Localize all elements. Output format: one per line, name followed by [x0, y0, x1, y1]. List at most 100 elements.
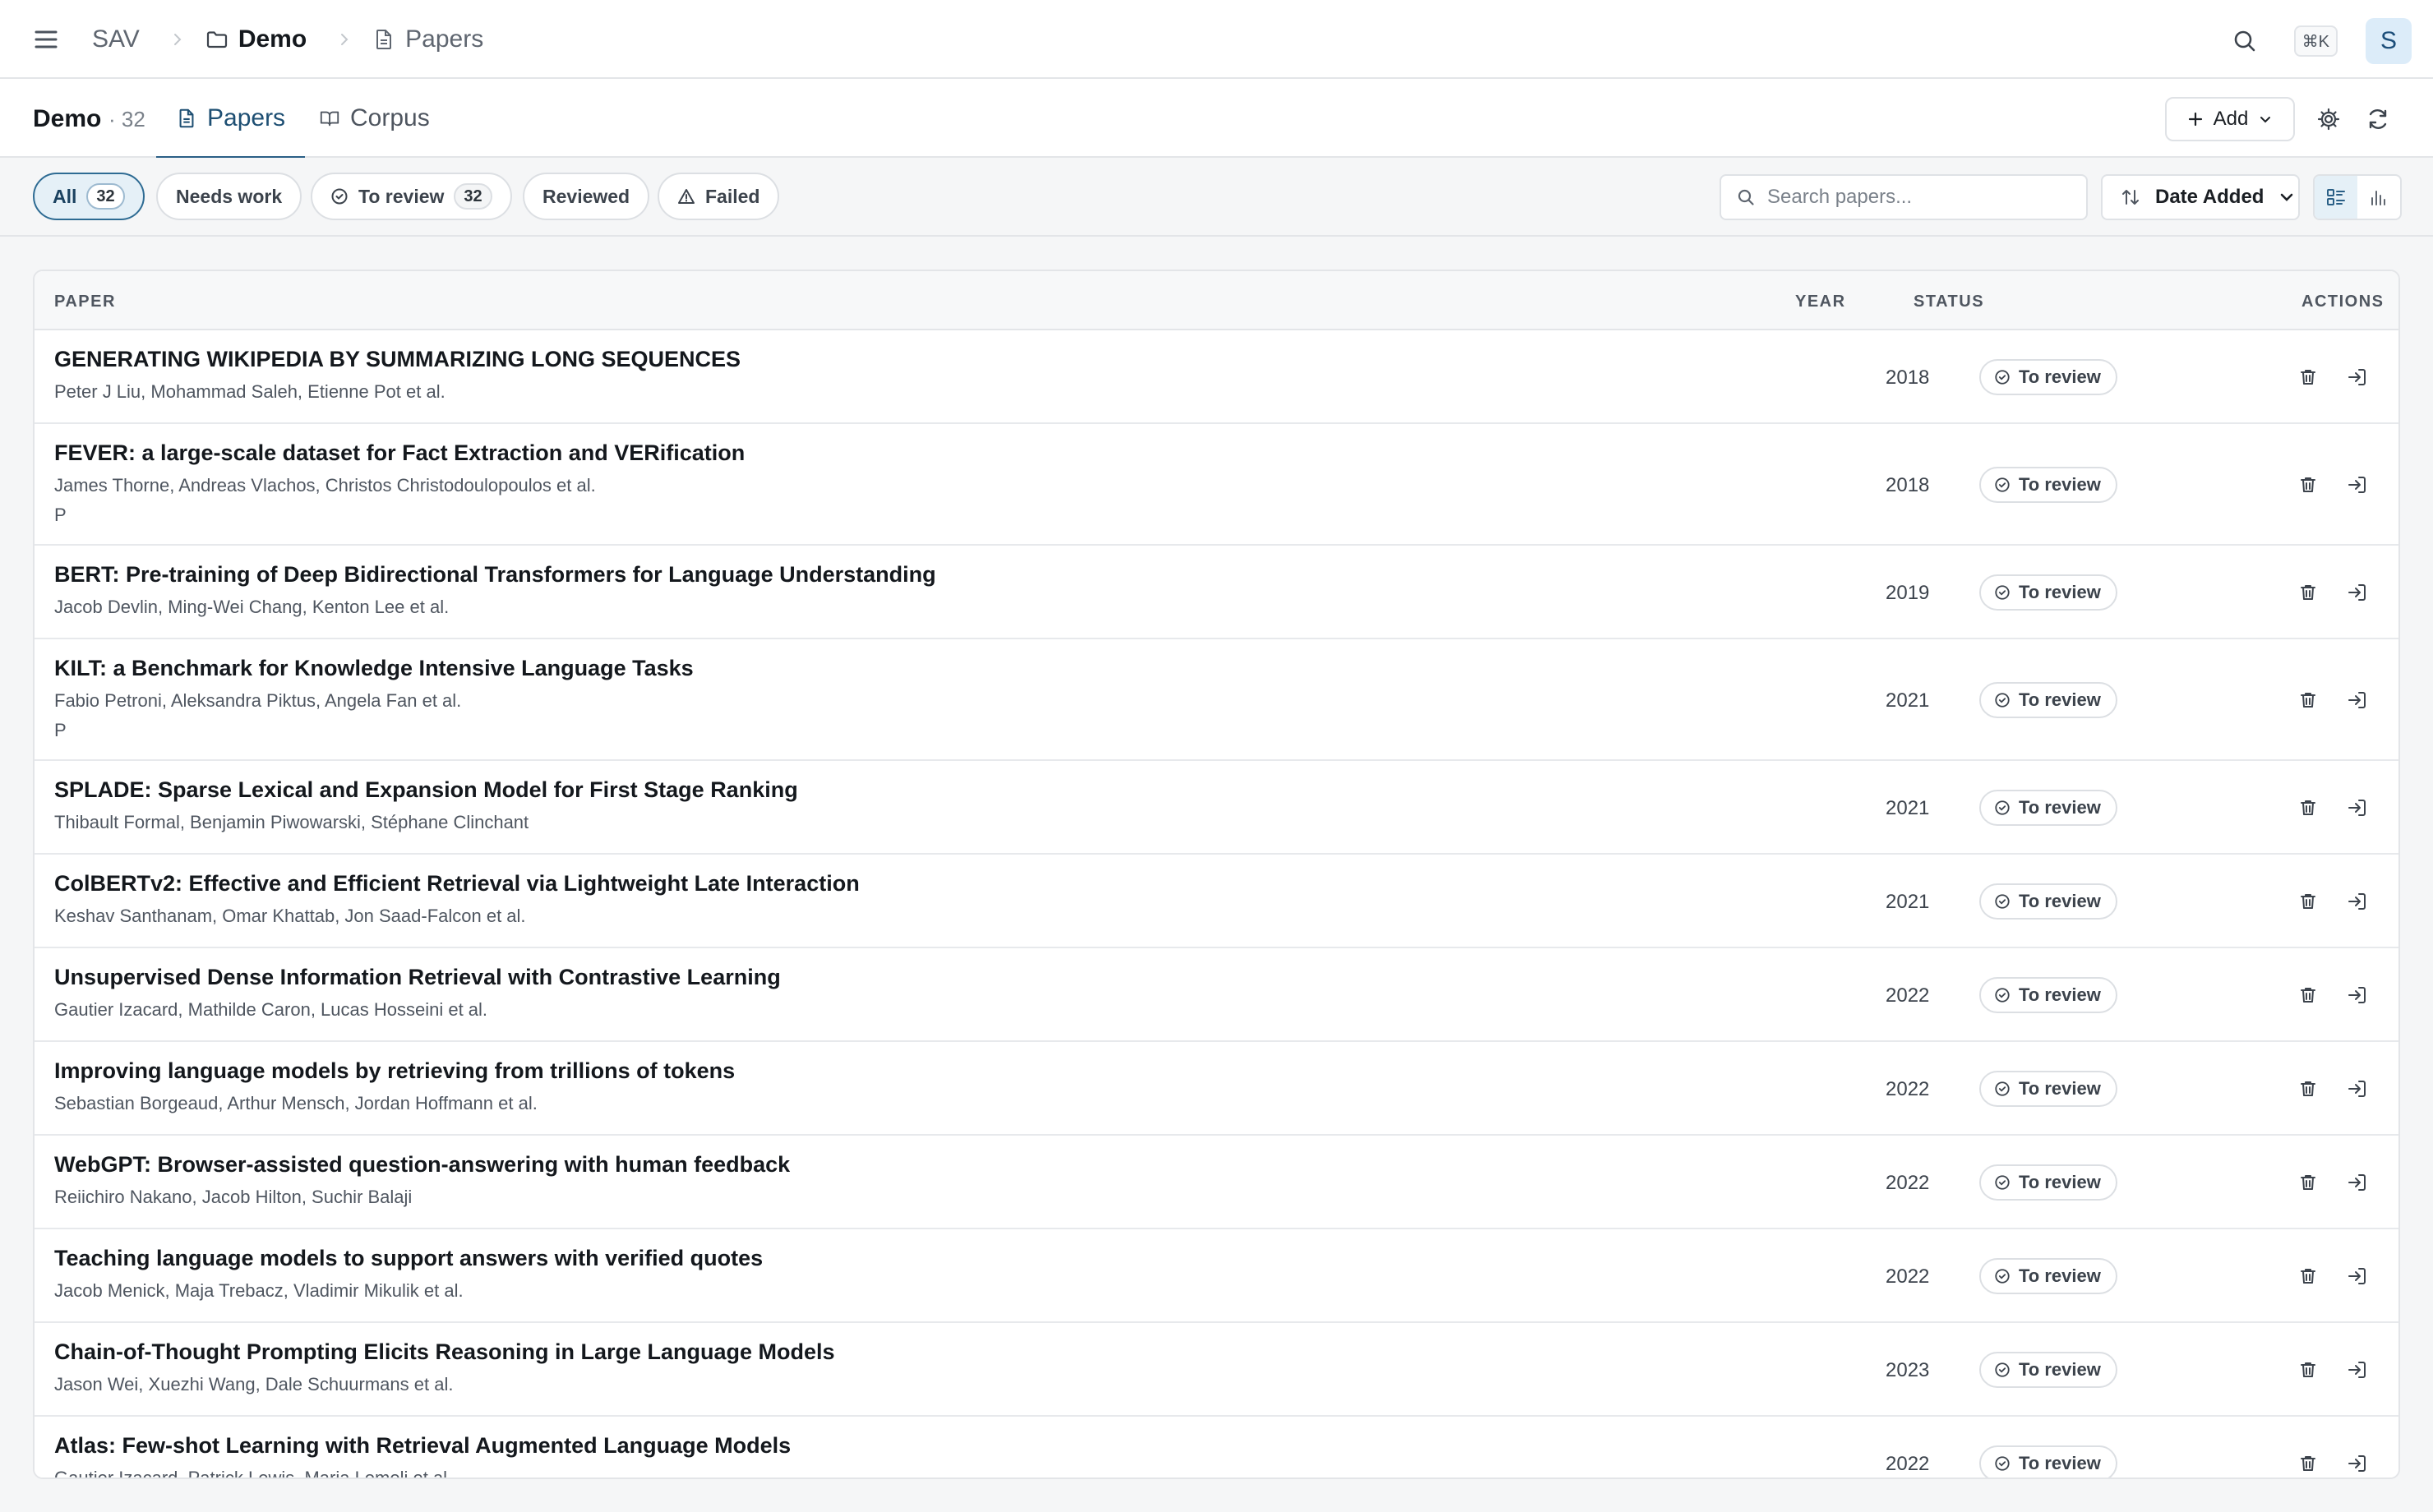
table-row[interactable]: Chain-of-Thought Prompting Elicits Reaso…	[35, 1323, 2398, 1417]
search-input[interactable]	[1767, 186, 2063, 209]
list-view-button[interactable]	[2315, 176, 2357, 219]
breadcrumb-root[interactable]: SAV	[92, 25, 140, 53]
chevron-down-icon	[2260, 117, 2271, 123]
sign-in-icon	[2348, 800, 2366, 816]
delete-button[interactable]	[2292, 468, 2325, 501]
open-paper-button[interactable]	[2341, 684, 2374, 717]
delete-button[interactable]	[2292, 1260, 2325, 1293]
paper-year: 2021	[1886, 689, 1930, 712]
open-paper-button[interactable]	[2341, 1166, 2374, 1199]
filter-chip-needs-work[interactable]: Needs work	[156, 173, 302, 220]
paper-authors: Jacob Devlin, Ming-Wei Chang, Kenton Lee…	[54, 597, 450, 617]
refresh-button[interactable]	[2356, 97, 2400, 141]
filter-chip-all[interactable]: All 32	[33, 173, 145, 220]
filter-chip-count: 32	[454, 183, 492, 210]
paper-title[interactable]: BERT: Pre-training of Deep Bidirectional…	[54, 562, 936, 588]
table-row[interactable]: Atlas: Few-shot Learning with Retrieval …	[35, 1417, 2398, 1479]
paper-title[interactable]: WebGPT: Browser-assisted question-answer…	[54, 1152, 790, 1178]
delete-button[interactable]	[2292, 576, 2325, 609]
paper-title[interactable]: Unsupervised Dense Information Retrieval…	[54, 965, 781, 990]
table-row[interactable]: KILT: a Benchmark for Knowledge Intensiv…	[35, 639, 2398, 761]
table-row[interactable]: BERT: Pre-training of Deep Bidirectional…	[35, 546, 2398, 639]
column-header-status[interactable]: STATUS	[1914, 293, 1984, 311]
tab-papers[interactable]: Papers	[155, 79, 306, 159]
clock-check-icon	[1995, 1362, 2010, 1377]
refresh-icon	[2369, 109, 2387, 129]
filter-chip-failed[interactable]: Failed	[658, 173, 780, 220]
trash-icon	[2301, 988, 2315, 1003]
tab-corpus[interactable]: Corpus	[319, 79, 430, 158]
table-row[interactable]: Teaching language models to support answ…	[35, 1229, 2398, 1323]
filter-bar: All 32 Needs work To review 32 Reviewed …	[0, 158, 2433, 237]
trash-icon	[2301, 1081, 2315, 1096]
filter-chip-reviewed[interactable]: Reviewed	[523, 173, 650, 220]
open-paper-button[interactable]	[2341, 1260, 2374, 1293]
delete-button[interactable]	[2292, 1072, 2325, 1105]
top-bar: SAV Demo Papers ⌘K S	[0, 0, 2433, 79]
breadcrumb-page[interactable]: Papers	[372, 25, 483, 53]
clock-check-icon	[1995, 1269, 2010, 1284]
paper-title[interactable]: GENERATING WIKIPEDIA BY SUMMARIZING LONG…	[54, 347, 741, 372]
trash-icon	[2301, 1175, 2315, 1190]
paper-title[interactable]: SPLADE: Sparse Lexical and Expansion Mod…	[54, 777, 798, 803]
shortcut-hint[interactable]: ⌘K	[2293, 25, 2338, 57]
delete-button[interactable]	[2292, 979, 2325, 1012]
paper-authors: Gautier Izacard, Patrick Lewis, Maria Lo…	[54, 1468, 453, 1479]
open-paper-button[interactable]	[2341, 885, 2374, 918]
delete-button[interactable]	[2292, 1166, 2325, 1199]
clock-check-icon	[1995, 370, 2010, 385]
status-badge: To review	[1979, 574, 2117, 611]
delete-button[interactable]	[2292, 885, 2325, 918]
table-row[interactable]: ColBERTv2: Effective and Efficient Retri…	[35, 855, 2398, 948]
open-paper-button[interactable]	[2341, 576, 2374, 609]
table-row[interactable]: GENERATING WIKIPEDIA BY SUMMARIZING LONG…	[35, 330, 2398, 424]
status-badge: To review	[1979, 790, 2117, 826]
delete-button[interactable]	[2292, 361, 2325, 394]
chevron-right-icon	[173, 34, 182, 45]
breadcrumb-project-label: Demo	[238, 25, 307, 53]
open-paper-button[interactable]	[2341, 361, 2374, 394]
paper-title[interactable]: Teaching language models to support answ…	[54, 1246, 763, 1271]
breadcrumb-project[interactable]: Demo	[205, 25, 307, 53]
delete-button[interactable]	[2292, 1447, 2325, 1477]
clock-check-icon	[1995, 988, 2010, 1003]
open-paper-button[interactable]	[2341, 1072, 2374, 1105]
open-paper-button[interactable]	[2341, 1447, 2374, 1477]
menu-icon[interactable]	[31, 25, 61, 54]
paper-title[interactable]: Chain-of-Thought Prompting Elicits Reaso…	[54, 1339, 835, 1365]
delete-button[interactable]	[2292, 684, 2325, 717]
table-body: GENERATING WIKIPEDIA BY SUMMARIZING LONG…	[35, 330, 2398, 1479]
status-label: To review	[2019, 1172, 2101, 1192]
open-paper-button[interactable]	[2341, 1353, 2374, 1386]
paper-title[interactable]: FEVER: a large-scale dataset for Fact Ex…	[54, 440, 745, 466]
search-button[interactable]	[2223, 20, 2266, 62]
table-row[interactable]: Improving language models by retrieving …	[35, 1042, 2398, 1136]
paper-title[interactable]: Atlas: Few-shot Learning with Retrieval …	[54, 1433, 791, 1459]
status-label: To review	[2019, 797, 2101, 818]
clock-check-icon	[1995, 800, 2010, 815]
delete-button[interactable]	[2292, 1353, 2325, 1386]
table-row[interactable]: WebGPT: Browser-assisted question-answer…	[35, 1136, 2398, 1229]
open-paper-button[interactable]	[2341, 979, 2374, 1012]
paper-title[interactable]: ColBERTv2: Effective and Efficient Retri…	[54, 871, 860, 897]
filter-chip-to-review[interactable]: To review 32	[311, 173, 512, 220]
paper-title[interactable]: Improving language models by retrieving …	[54, 1058, 735, 1084]
sort-dropdown[interactable]: Date Added	[2101, 174, 2300, 220]
paper-title[interactable]: KILT: a Benchmark for Knowledge Intensiv…	[54, 656, 694, 681]
trash-icon	[2301, 370, 2315, 385]
add-button-label: Add	[2213, 108, 2249, 130]
open-paper-button[interactable]	[2341, 791, 2374, 824]
column-header-year[interactable]: YEAR	[1795, 293, 1846, 311]
tab-papers-label: Papers	[207, 104, 286, 131]
open-paper-button[interactable]	[2341, 468, 2374, 501]
add-button[interactable]: Add	[2165, 97, 2295, 141]
delete-button[interactable]	[2292, 791, 2325, 824]
column-header-paper[interactable]: PAPER	[54, 293, 116, 311]
table-row[interactable]: Unsupervised Dense Information Retrieval…	[35, 948, 2398, 1042]
table-row[interactable]: FEVER: a large-scale dataset for Fact Ex…	[35, 424, 2398, 546]
settings-button[interactable]	[2306, 97, 2351, 141]
status-badge: To review	[1979, 467, 2117, 503]
avatar[interactable]: S	[2366, 18, 2412, 64]
table-row[interactable]: SPLADE: Sparse Lexical and Expansion Mod…	[35, 761, 2398, 855]
chart-view-button[interactable]	[2357, 176, 2400, 219]
